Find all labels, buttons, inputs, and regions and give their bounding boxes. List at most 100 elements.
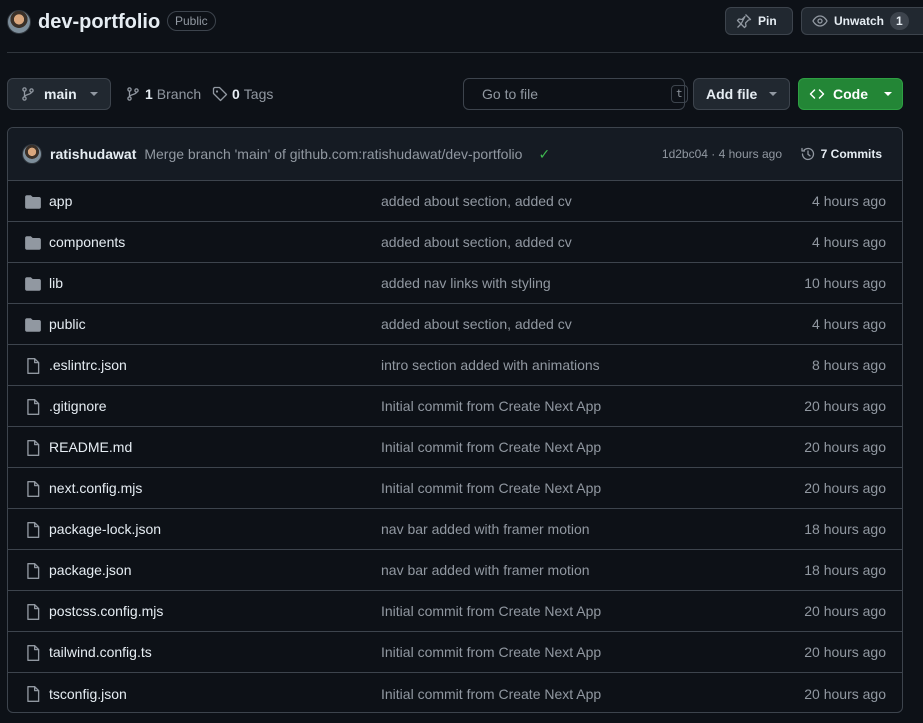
file-name[interactable]: tsconfig.json (49, 686, 127, 702)
file-commit-age: 18 hours ago (804, 521, 886, 537)
file-name[interactable]: lib (49, 275, 63, 291)
history-icon (800, 147, 814, 161)
branches-link[interactable]: 1 Branch (125, 86, 201, 102)
unwatch-label: Unwatch (834, 14, 885, 28)
file-commit-age: 8 hours ago (812, 357, 886, 373)
visibility-badge: Public (167, 11, 216, 31)
file-name[interactable]: package-lock.json (49, 521, 161, 537)
tag-icon (212, 86, 228, 102)
chevron-down-icon (884, 92, 892, 96)
file-row[interactable]: postcss.config.mjs Initial commit from Cr… (8, 591, 902, 632)
file-commit-message[interactable]: added about section, added cv (381, 193, 572, 209)
file-name[interactable]: tailwind.config.ts (49, 644, 152, 660)
file-name[interactable]: README.md (49, 439, 132, 455)
chevron-down-icon (90, 92, 98, 96)
pin-button[interactable]: Pin (725, 7, 793, 35)
file-row[interactable]: package-lock.json nav bar added with fram… (8, 509, 902, 550)
file-browser: ratishudawat Merge branch 'main' of gith… (7, 127, 903, 713)
file-name[interactable]: components (49, 234, 125, 250)
file-row[interactable]: tsconfig.json Initial commit from Create … (8, 673, 902, 713)
file-name[interactable]: postcss.config.mjs (49, 603, 163, 619)
commit-message[interactable]: Merge branch 'main' of github.com:ratish… (144, 146, 522, 162)
file-commit-age: 20 hours ago (804, 480, 886, 496)
tag-count: 0 (232, 86, 240, 102)
file-commit-message[interactable]: nav bar added with framer motion (381, 562, 590, 578)
pin-icon (736, 14, 752, 29)
go-to-file-search[interactable]: t (463, 78, 688, 110)
branch-count: 1 (145, 86, 153, 102)
file-icon (24, 398, 42, 416)
branch-icon (127, 87, 139, 101)
file-name[interactable]: next.config.mjs (49, 480, 142, 496)
file-commit-message[interactable]: Initial commit from Create Next App (381, 398, 601, 414)
file-icon (24, 480, 42, 498)
file-commit-age: 20 hours ago (804, 398, 886, 414)
tags-link[interactable]: 0 Tags (212, 86, 273, 102)
file-commit-age: 20 hours ago (804, 685, 886, 702)
file-commit-message[interactable]: added about section, added cv (381, 316, 572, 332)
commit-hash-time[interactable]: 1d2bc04 · 4 hours ago (662, 147, 782, 161)
code-button[interactable]: Code (798, 78, 903, 110)
file-row[interactable]: .eslintrc.json intro section added with a… (8, 345, 902, 386)
tag-count-label: Tags (243, 86, 274, 102)
file-name[interactable]: public (49, 316, 86, 332)
file-commit-message[interactable]: added about section, added cv (381, 234, 572, 250)
file-icon (24, 357, 42, 375)
file-commit-age: 4 hours ago (812, 193, 886, 209)
file-name[interactable]: app (49, 193, 72, 209)
file-name[interactable]: package.json (49, 562, 132, 578)
file-row[interactable]: README.md Initial commit from Create Next… (8, 427, 902, 468)
file-commit-age: 18 hours ago (804, 562, 886, 578)
file-commit-age: 20 hours ago (804, 439, 886, 455)
folder-icon (24, 316, 42, 334)
repo-title[interactable]: dev-portfolio (38, 9, 160, 35)
file-row[interactable]: lib added nav links with styling 10 hours … (8, 263, 902, 304)
add-file-label: Add file (706, 86, 758, 102)
file-commit-message[interactable]: added nav links with styling (381, 275, 551, 291)
author-avatar[interactable] (22, 144, 42, 164)
commit-author[interactable]: ratishudawat (50, 146, 136, 162)
file-icon (24, 521, 42, 539)
file-commit-age: 10 hours ago (804, 275, 886, 291)
owner-avatar[interactable] (7, 10, 31, 34)
file-commit-message[interactable]: Initial commit from Create Next App (381, 603, 601, 619)
file-row[interactable]: tailwind.config.ts Initial commit from Cr… (8, 632, 902, 673)
file-name[interactable]: .gitignore (49, 398, 107, 414)
file-icon (24, 685, 42, 703)
commits-link[interactable]: 7 Commits (800, 146, 882, 162)
check-icon[interactable]: ✓ (538, 146, 550, 163)
code-icon (809, 89, 825, 99)
file-icon (24, 644, 42, 662)
watch-count: 1 (890, 12, 909, 30)
file-icon (24, 562, 42, 580)
file-commit-message[interactable]: Initial commit from Create Next App (381, 480, 601, 496)
file-commit-message[interactable]: Initial commit from Create Next App (381, 644, 601, 660)
file-name[interactable]: .eslintrc.json (49, 357, 127, 373)
file-row[interactable]: next.config.mjs Initial commit from Creat… (8, 468, 902, 509)
folder-icon (24, 193, 42, 211)
file-icon (24, 439, 42, 457)
commits-count: 7 Commits (820, 147, 882, 161)
add-file-button[interactable]: Add file (693, 78, 790, 110)
branch-count-label: Branch (156, 86, 202, 102)
file-commit-age: 4 hours ago (812, 234, 886, 250)
file-icon (24, 603, 42, 621)
pin-label: Pin (758, 14, 777, 28)
file-row[interactable]: app added about section, added cv 4 hours … (8, 181, 902, 222)
shortcut-hint: t (671, 85, 688, 103)
file-commit-message[interactable]: intro section added with animations (381, 357, 600, 373)
unwatch-button[interactable]: Unwatch 1 (801, 7, 923, 35)
file-row[interactable]: components added about section, added cv 4… (8, 222, 902, 263)
file-commit-message[interactable]: Initial commit from Create Next App (381, 686, 601, 702)
branch-icon (22, 87, 34, 101)
chevron-down-icon (769, 92, 777, 96)
header-divider (7, 52, 923, 53)
file-commit-message[interactable]: nav bar added with framer motion (381, 521, 590, 537)
branch-selector[interactable]: main (7, 78, 111, 110)
file-row[interactable]: public added about section, added cv 4 hou… (8, 304, 902, 345)
file-row[interactable]: package.json nav bar added with framer mo… (8, 550, 902, 591)
search-input[interactable] (482, 86, 663, 102)
file-row[interactable]: .gitignore Initial commit from Create Nex… (8, 386, 902, 427)
file-commit-age: 4 hours ago (812, 316, 886, 332)
file-commit-message[interactable]: Initial commit from Create Next App (381, 439, 601, 455)
